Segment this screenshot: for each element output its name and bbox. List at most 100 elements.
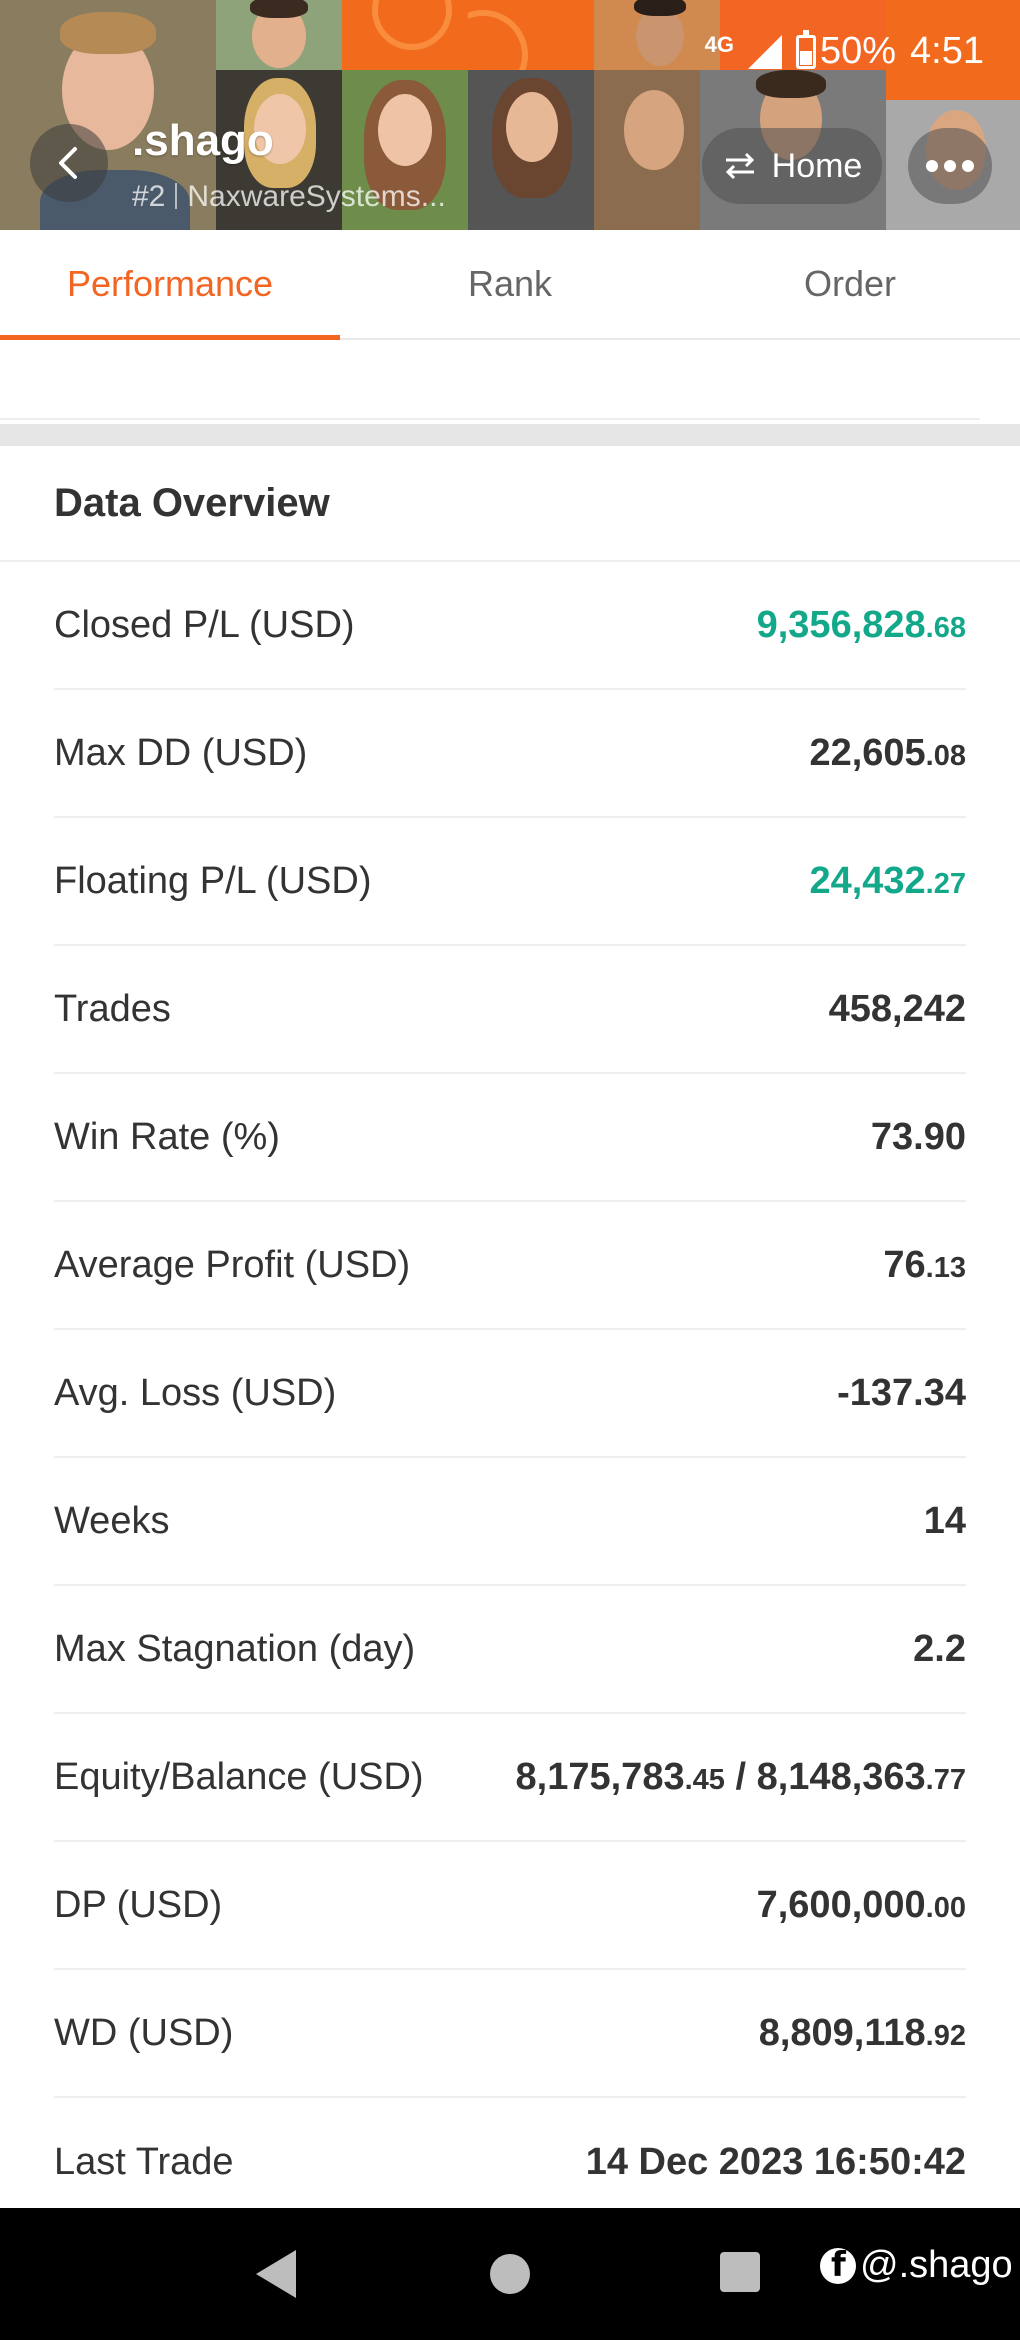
network-indicator: 4G (704, 31, 734, 57)
data-row-label: Equity/Balance (USD) (54, 1755, 424, 1798)
value-separator: / (724, 1755, 757, 1798)
data-row-label: Win Rate (%) (54, 1115, 280, 1158)
facebook-icon (820, 2245, 856, 2285)
avatar-photo-5 (594, 0, 720, 70)
data-row-value: 8,809,118.92 (759, 2012, 966, 2055)
profile-subtitle: #2 NaxwareSystems... (132, 180, 446, 214)
data-row: Max DD (USD) 22,605.08 (54, 690, 966, 818)
data-row: Avg. Loss (USD) -137.34 (54, 1330, 966, 1458)
data-row-value: 73.90 (871, 1116, 966, 1159)
data-row-value: 458,242 (829, 988, 966, 1031)
value-integer: 8,809,118 (758, 2011, 926, 2054)
profile-header: 4G 50% 4:51 .shago #2 NaxwareSystems... H… (0, 0, 1020, 230)
data-row-value: 9,356,828.68 (757, 604, 966, 647)
value-decimal: .92 (925, 2019, 966, 2052)
value-integer: 7,600,000 (756, 1883, 926, 1926)
value-integer: 14 Dec 2023 16:50:42 (585, 2140, 966, 2183)
data-row: Average Profit (USD) 76.13 (54, 1202, 966, 1330)
chevron-left-icon (59, 147, 77, 179)
data-row: Last Trade 14 Dec 2023 16:50:42 (54, 2098, 966, 2226)
value-integer: 8,175,783 (515, 1755, 685, 1798)
back-button[interactable] (30, 124, 108, 202)
data-row-label: WD (USD) (54, 2011, 234, 2054)
value-decimal: .27 (925, 867, 966, 900)
divider (0, 418, 980, 420)
profile-rank: #2 (132, 180, 166, 213)
more-icon-dot (944, 160, 956, 172)
value-decimal: .08 (925, 739, 966, 772)
divider (175, 183, 178, 209)
avatar-photo-6 (468, 70, 594, 230)
home-button-label: Home (771, 146, 863, 185)
data-row-value: 8,175,783.45 / 8,148,363.77 (516, 1756, 966, 1799)
watermark: @.shago (820, 2244, 1013, 2287)
tab-rank[interactable]: Rank (340, 230, 680, 338)
avatar-photo-2 (216, 0, 342, 70)
value-decimal: .00 (925, 1891, 966, 1924)
data-row: Weeks 14 (54, 1458, 966, 1586)
system-nav-bar: @.shago (0, 2208, 1020, 2340)
section-title: Data Overview (0, 446, 1020, 562)
data-row-label: Weeks (54, 1499, 170, 1542)
data-row-value: 14 (924, 1500, 966, 1543)
data-row-value: 2.2 (913, 1628, 966, 1671)
value-integer: 14 (923, 1499, 966, 1542)
value-decimal: .68 (925, 611, 966, 644)
status-bar: 4G 50% 4:51 (704, 29, 984, 73)
data-row-value: 22,605.08 (809, 732, 966, 775)
signal-icon (747, 34, 782, 69)
value-integer: 458,242 (828, 987, 966, 1030)
nav-back-icon[interactable] (256, 2250, 296, 2298)
profile-name: .shago (132, 116, 274, 165)
value-integer: 22,605 (809, 731, 926, 774)
data-row-label: Max DD (USD) (54, 731, 308, 774)
tab-order[interactable]: Order (680, 230, 1020, 338)
data-row: Floating P/L (USD) 24,432.27 (54, 818, 966, 946)
orange-pattern-tile (342, 0, 468, 70)
value-integer: 9,356,828 (756, 603, 926, 646)
more-options-button[interactable] (908, 128, 992, 204)
data-row-label: Trades (54, 987, 171, 1030)
value-integer: 24,432 (809, 859, 926, 902)
data-row-label: Last Trade (54, 2140, 234, 2183)
nav-recents-icon[interactable] (720, 2252, 760, 2292)
data-row-value: 14 Dec 2023 16:50:42 (586, 2141, 966, 2184)
swap-icon (725, 152, 754, 180)
tab-bar: Performance Rank Order (0, 230, 1020, 340)
data-row: Equity/Balance (USD) 8,175,783.45 / 8,148… (54, 1714, 966, 1842)
data-row: DP (USD) 7,600,000.00 (54, 1842, 966, 1970)
watermark-text: @.shago (860, 2244, 1013, 2286)
data-row-label: Closed P/L (USD) (54, 603, 355, 646)
value-decimal: .77 (925, 1763, 966, 1796)
data-row-value: 76.13 (883, 1244, 966, 1287)
data-row-value: -137.34 (837, 1372, 966, 1415)
data-row: Closed P/L (USD) 9,356,828.68 (54, 562, 966, 690)
more-icon-dot (962, 160, 974, 172)
battery-level: 50% (819, 30, 897, 72)
battery-icon (795, 29, 816, 69)
home-button[interactable]: Home (702, 128, 882, 204)
data-row-label: Average Profit (USD) (54, 1243, 411, 1286)
value-integer: 73.90 (870, 1115, 966, 1158)
value-integer: 2.2 (913, 1627, 966, 1670)
more-icon (926, 160, 938, 172)
section-separator (0, 424, 1020, 446)
data-row-label: Avg. Loss (USD) (54, 1371, 337, 1414)
orange-pattern-tile (468, 0, 594, 70)
data-overview-section: Data Overview Closed P/L (USD) 9,356,828.… (0, 446, 1020, 2226)
data-row: WD (USD) 8,809,118.92 (54, 1970, 966, 2098)
data-overview-list: Closed P/L (USD) 9,356,828.68 Max DD (USD)… (0, 562, 1020, 2226)
data-row: Win Rate (%) 73.90 (54, 1074, 966, 1202)
data-row-label: DP (USD) (54, 1883, 223, 1926)
profile-company: NaxwareSystems... (187, 180, 446, 213)
data-row-label: Floating P/L (USD) (54, 859, 372, 902)
value-decimal: .45 (684, 1763, 725, 1796)
tab-performance[interactable]: Performance (0, 230, 340, 340)
data-row-value: 7,600,000.00 (757, 1884, 966, 1927)
clock: 4:51 (910, 30, 984, 72)
value-integer: -137.34 (837, 1371, 966, 1414)
value-integer: 8,148,363 (756, 1755, 926, 1798)
nav-home-icon[interactable] (490, 2254, 530, 2294)
data-row: Max Stagnation (day) 2.2 (54, 1586, 966, 1714)
data-row: Trades 458,242 (54, 946, 966, 1074)
